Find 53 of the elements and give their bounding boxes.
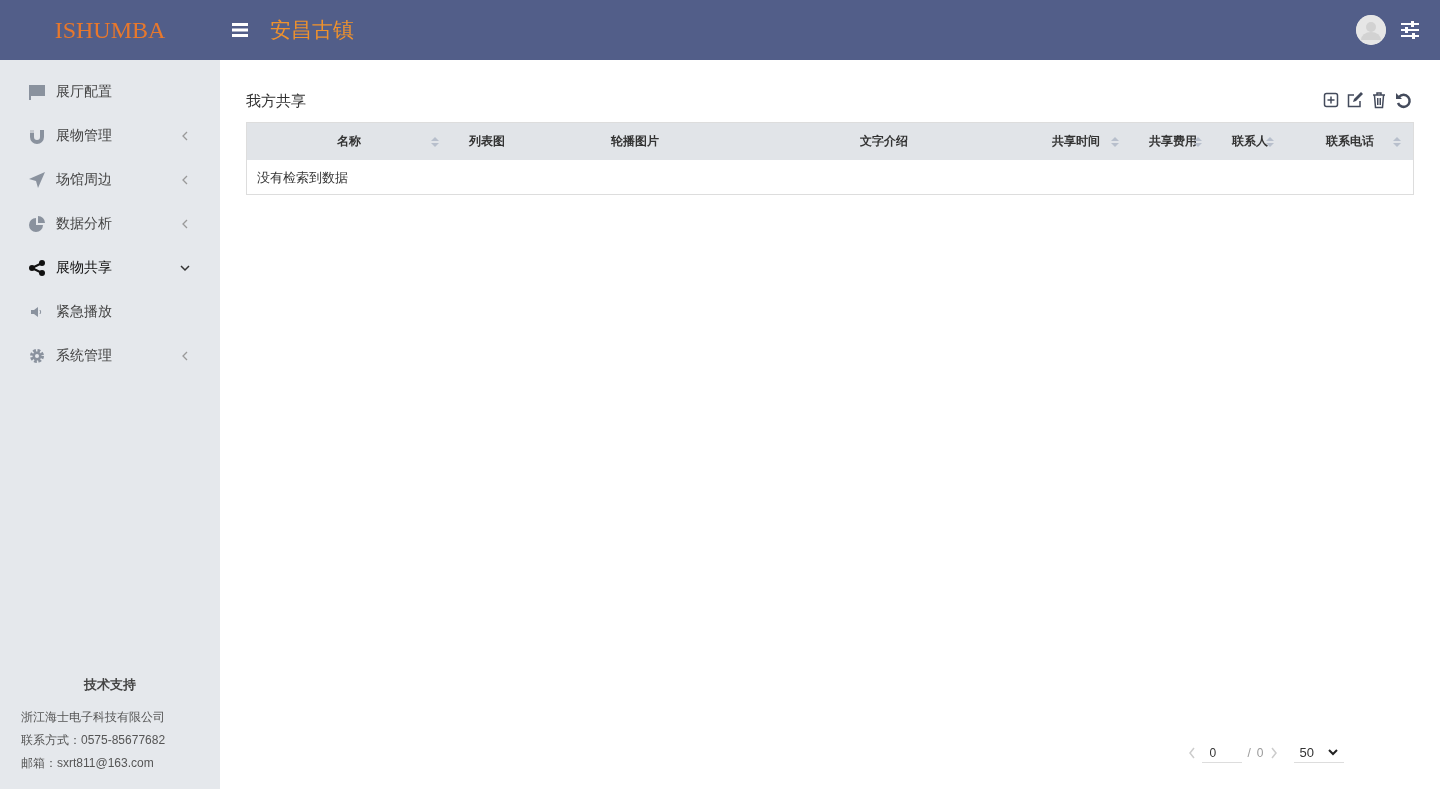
sidebar-item[interactable]: 紧急播放 [0, 290, 220, 334]
column-label: 共享时间 [1052, 133, 1100, 150]
column-label: 联系人 [1232, 133, 1268, 150]
sidebar-label: 紧急播放 [56, 303, 113, 321]
section-title: 我方共享 [246, 91, 307, 111]
sidebar-item[interactable]: 数据分析 [0, 202, 220, 246]
column-label: 轮播图片 [610, 133, 659, 150]
sidebar-item[interactable]: 展物共享 [0, 246, 220, 290]
empty-message: 没有检索到数据 [256, 169, 349, 187]
menu-button[interactable] [230, 20, 250, 40]
sidebar-item[interactable]: 展厅配置 [0, 70, 220, 114]
pie-chart-icon [28, 215, 46, 233]
sidebar-label: 展物共享 [56, 259, 113, 277]
share-icon [28, 259, 46, 277]
sidebar-item[interactable]: 系统管理 [0, 334, 220, 378]
sidebar-item[interactable]: 场馆周边 [0, 158, 220, 202]
avatar-icon [1356, 15, 1386, 45]
support-text: 邮箱：sxrt811@163.com [21, 755, 155, 772]
page-separator: / [1247, 746, 1251, 760]
logo-text: ISHUMBA [53, 16, 167, 44]
chevron-right-icon [1269, 747, 1278, 759]
plus-square-icon [1322, 91, 1340, 109]
page-total: 0 [1256, 746, 1264, 760]
menu-icon [230, 20, 250, 40]
flag-icon [28, 83, 46, 101]
column-label: 名称 [337, 133, 361, 150]
sidebar-label: 场馆周边 [56, 171, 113, 189]
sidebar-label: 数据分析 [56, 215, 113, 233]
trash-icon [1370, 91, 1388, 109]
sidebar-label: 展物管理 [56, 127, 113, 145]
caret-icon [1328, 748, 1338, 757]
settings-button[interactable] [1400, 20, 1420, 40]
support-text: 浙江海士电子科技有限公司 [21, 709, 166, 726]
sliders-icon [1400, 20, 1420, 40]
support-title: 技术支持 [82, 676, 137, 694]
refresh-button[interactable] [1394, 91, 1414, 111]
sidebar-label: 展厅配置 [56, 83, 113, 101]
column-label: 列表图 [469, 133, 505, 150]
sidebar-item[interactable]: 展物管理 [0, 114, 220, 158]
edit-icon [1346, 91, 1364, 109]
page-input[interactable]: 0 [1201, 743, 1242, 763]
refresh-icon [1394, 91, 1412, 109]
settings-icon [28, 347, 46, 365]
column-label: 共享费用 [1148, 133, 1197, 150]
chevron-left-icon [1187, 747, 1196, 759]
sidebar-label: 系统管理 [56, 347, 113, 365]
site-title: 安昌古镇 [270, 17, 354, 43]
column-label: 文字介绍 [859, 133, 908, 150]
magnet-icon [28, 127, 46, 145]
paper-plane-icon [28, 171, 46, 189]
column-label: 联系电话 [1325, 133, 1374, 150]
support-text: 联系方式：0575-85677682 [21, 732, 167, 749]
page-size-select[interactable]: 50 [1293, 743, 1344, 763]
